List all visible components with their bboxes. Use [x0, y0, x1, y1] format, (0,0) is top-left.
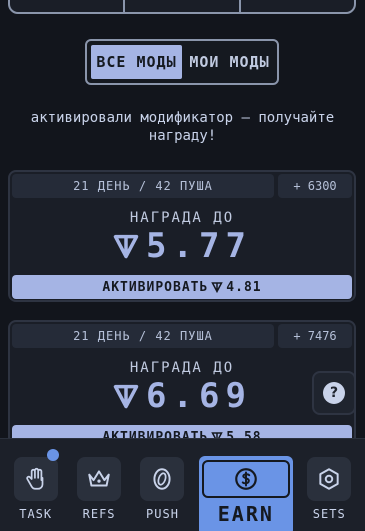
- nav-push[interactable]: PUSH: [135, 457, 189, 521]
- coin-icon: [153, 468, 172, 490]
- nav-task[interactable]: TASK: [9, 449, 63, 521]
- help-icon: ?: [323, 382, 345, 404]
- top-tab-strip: [8, 0, 356, 14]
- bonus-text: + 7476: [293, 329, 337, 343]
- activate-price: 4.81: [226, 279, 262, 295]
- nav-icon-box: [140, 457, 185, 501]
- nav-icon-box: [77, 457, 122, 501]
- top-tab-1[interactable]: [10, 0, 126, 12]
- reward-value: 6.69: [10, 376, 354, 416]
- hand-icon: [26, 467, 44, 490]
- reward-amount: 6.69: [146, 376, 252, 416]
- modifier-card: 21 день / 42 пуша + 6300 награда до 5.77…: [8, 170, 356, 302]
- dollar-circle-icon: [235, 468, 257, 490]
- nav-sets[interactable]: SETS: [302, 457, 356, 521]
- card-bonus: + 6300: [278, 174, 352, 198]
- nav-icon-box: [307, 457, 352, 501]
- ton-icon: [113, 384, 139, 409]
- reward-label: награда до: [129, 210, 235, 226]
- nav-icon-box: [201, 460, 290, 498]
- card-bonus: + 7476: [278, 324, 352, 348]
- card-duration: 21 день / 42 пуша: [12, 324, 274, 348]
- ton-icon: [113, 234, 139, 259]
- nav-label: TASK: [19, 507, 53, 521]
- all-mods-tab[interactable]: все моды: [89, 43, 184, 81]
- activation-notice: активировали модификатор — получайте наг…: [30, 110, 335, 144]
- nav-refs[interactable]: REFS: [72, 457, 126, 521]
- mods-toggle: все моды мои моды: [85, 39, 279, 85]
- help-button[interactable]: ?: [312, 371, 356, 415]
- bottom-navigation: TASK REFS PUSH EARN SETS: [0, 438, 365, 531]
- bonus-text: + 6300: [293, 179, 337, 193]
- activate-button[interactable]: активировать 4.81: [12, 275, 352, 299]
- top-tab-3[interactable]: [241, 0, 354, 12]
- my-mods-tab[interactable]: мои моды: [184, 43, 275, 81]
- nav-label: EARN: [217, 502, 274, 526]
- top-tab-2[interactable]: [125, 0, 241, 12]
- activate-label: активировать: [102, 279, 209, 295]
- nav-label: PUSH: [146, 507, 179, 521]
- nav-label: REFS: [82, 507, 116, 521]
- reward-label: награда до: [129, 360, 235, 376]
- nav-icon-box: [13, 457, 58, 501]
- card-header: 21 день / 42 пуша + 6300: [12, 174, 352, 198]
- modifier-card: 21 день / 42 пуша + 7476 награда до 6.69…: [8, 320, 356, 452]
- card-duration: 21 день / 42 пуша: [12, 174, 274, 198]
- crown-icon: [88, 470, 110, 487]
- nav-label: SETS: [312, 507, 346, 521]
- card-header: 21 день / 42 пуша + 7476: [12, 324, 352, 348]
- reward-amount: 5.77: [146, 226, 252, 266]
- nav-earn[interactable]: EARN: [198, 456, 293, 531]
- settings-hex-icon: [319, 468, 339, 490]
- ton-icon: [211, 282, 224, 293]
- notification-dot: [46, 449, 59, 461]
- reward-value: 5.77: [10, 226, 354, 266]
